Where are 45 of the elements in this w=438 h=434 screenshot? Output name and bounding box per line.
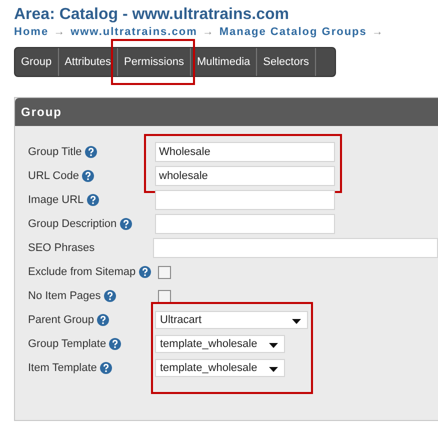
tab[interactable]: Group xyxy=(15,48,59,76)
text-field[interactable]: Wholesale xyxy=(155,142,335,162)
text-field[interactable]: wholesale xyxy=(155,166,335,186)
field-label: Image URL xyxy=(28,192,84,208)
caret-icon xyxy=(292,319,301,324)
help-icon[interactable] xyxy=(104,290,116,302)
dropdown[interactable]: template_wholesale xyxy=(155,335,286,353)
breadcrumb-separator: → xyxy=(202,25,214,39)
field-label: Group Title xyxy=(28,144,82,160)
text-field[interactable] xyxy=(155,214,335,234)
breadcrumb-separator: → xyxy=(54,25,66,39)
help-icon[interactable] xyxy=(109,338,122,350)
caret-icon xyxy=(269,343,278,348)
help-icon[interactable] xyxy=(97,314,110,326)
text-field[interactable] xyxy=(155,190,335,210)
tab[interactable]: Selectors xyxy=(257,48,316,76)
checkbox[interactable] xyxy=(158,266,171,278)
caret-icon xyxy=(269,367,278,372)
breadcrumb-link[interactable]: Manage Catalog Groups xyxy=(219,25,367,39)
field-label: SEO Phrases xyxy=(28,240,95,256)
checkbox[interactable] xyxy=(158,290,171,302)
field-label: No Item Pages xyxy=(28,288,101,304)
field-label: Parent Group xyxy=(28,312,94,328)
help-icon[interactable] xyxy=(120,218,132,230)
panel-header: Group xyxy=(15,98,438,126)
tab[interactable]: Attributes xyxy=(58,48,118,76)
field-label: URL Code xyxy=(28,168,79,184)
help-icon[interactable] xyxy=(100,362,112,374)
field-label: Group Template xyxy=(28,336,106,352)
help-icon[interactable] xyxy=(84,146,97,158)
field-label: Item Template xyxy=(28,360,97,376)
page-title: Area: Catalog - www.ultratrains.com xyxy=(14,6,290,24)
tab[interactable]: Permissions xyxy=(118,48,191,76)
breadcrumb-separator: → xyxy=(372,25,384,39)
breadcrumb-link[interactable]: Home xyxy=(14,25,49,39)
breadcrumb-link[interactable]: www.ultratrains.com xyxy=(70,25,198,39)
field-label: Group Description xyxy=(28,216,117,232)
text-field[interactable] xyxy=(152,238,438,258)
help-icon[interactable] xyxy=(138,266,151,278)
help-icon[interactable] xyxy=(86,194,99,206)
dropdown[interactable]: template_wholesale xyxy=(155,359,286,377)
help-icon[interactable] xyxy=(82,170,94,182)
dropdown[interactable]: Ultracart xyxy=(155,311,308,329)
tab[interactable]: Multimedia xyxy=(190,48,258,76)
field-label: Exclude from Sitemap xyxy=(28,264,136,280)
